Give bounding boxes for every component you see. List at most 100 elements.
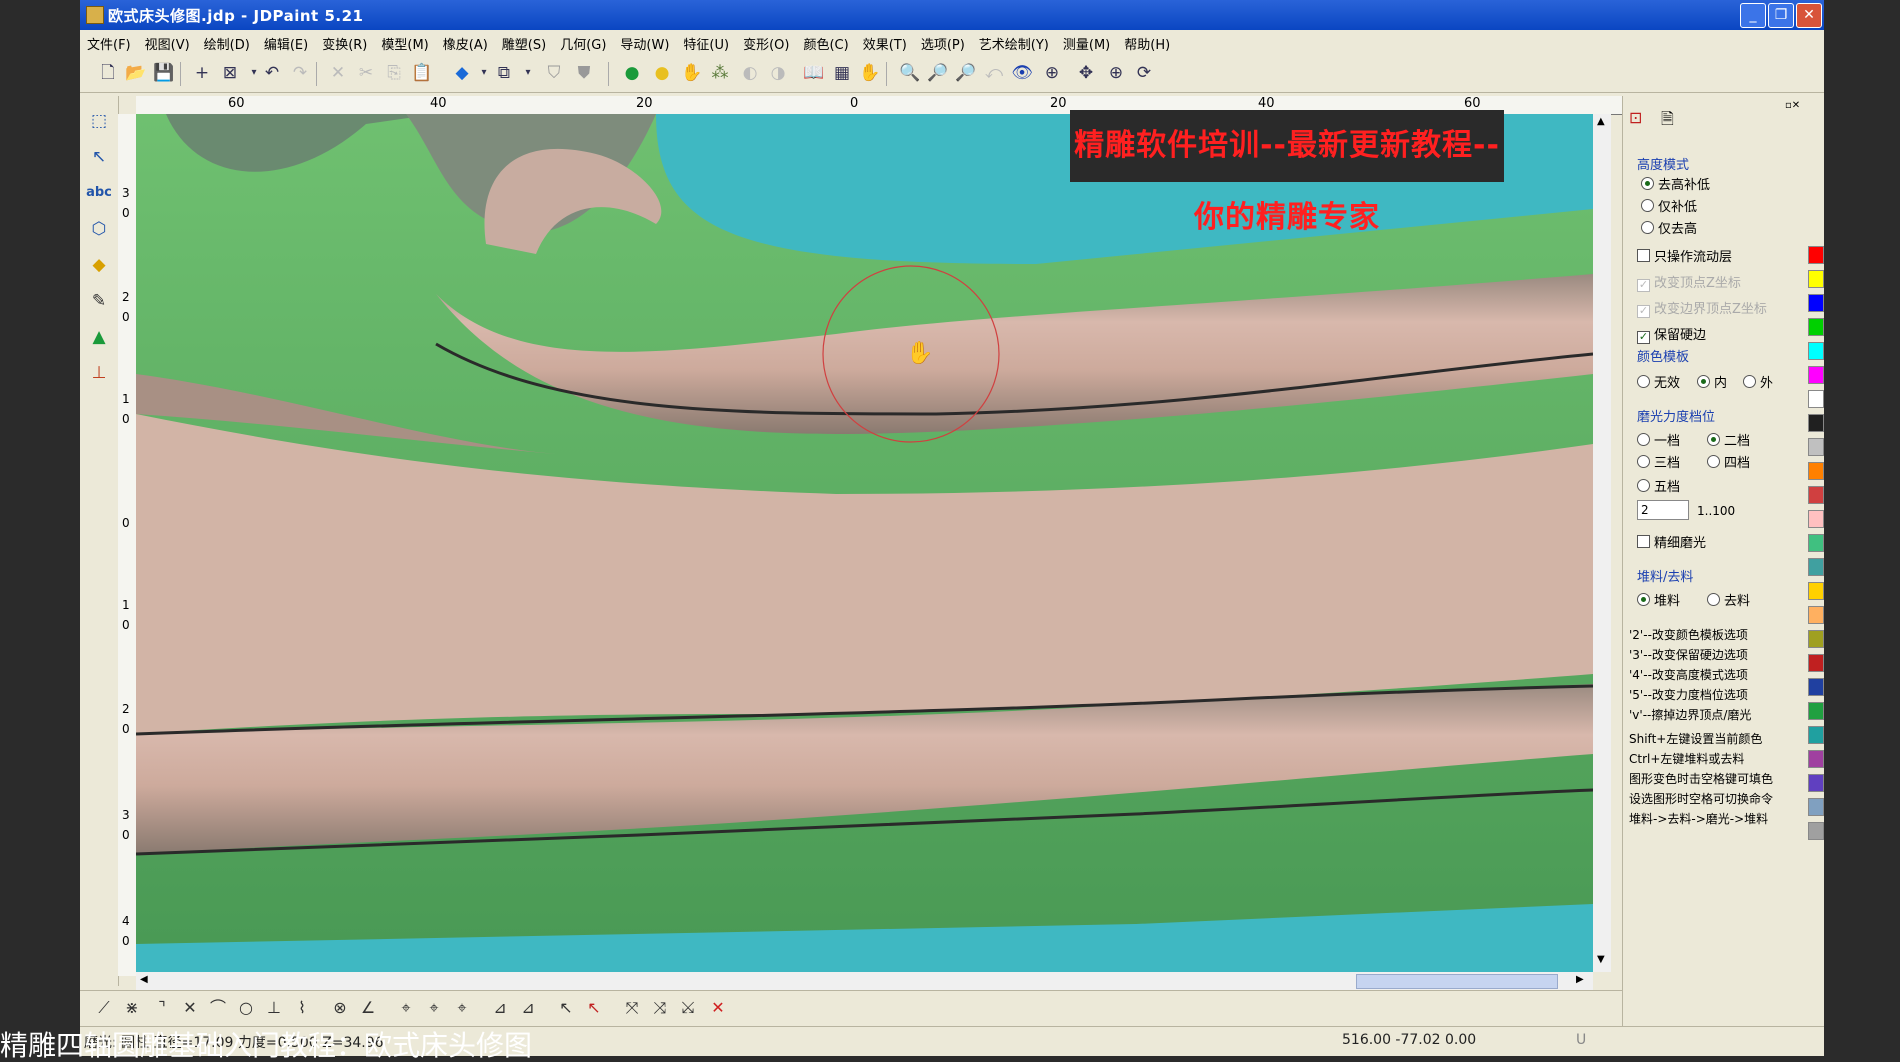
- color-fill-icon[interactable]: ◆: [450, 61, 474, 85]
- zoom-realtime-icon[interactable]: ⊕: [1104, 61, 1128, 85]
- color-swatch[interactable]: [1808, 774, 1824, 792]
- trim-icon[interactable]: ⋇: [120, 996, 144, 1020]
- height-mode-option[interactable]: 仅补低: [1641, 196, 1697, 215]
- close-button[interactable]: ✕: [1796, 3, 1822, 28]
- grid-snap-a-icon[interactable]: ⌖: [394, 996, 418, 1020]
- panel-tab-tools-icon[interactable]: ⊡: [1629, 108, 1642, 127]
- cross-icon[interactable]: ✕: [178, 996, 202, 1020]
- color-swatch[interactable]: [1808, 798, 1824, 816]
- transform-b-icon[interactable]: ⤨: [648, 996, 672, 1020]
- color-swatch[interactable]: [1808, 558, 1824, 576]
- menu-deform[interactable]: 变形(O): [736, 30, 796, 57]
- polish-level-option[interactable]: 五档: [1637, 476, 1680, 495]
- color-template-option[interactable]: 无效: [1637, 372, 1680, 391]
- scroll-down-icon[interactable]: ▼: [1597, 954, 1605, 965]
- horizontal-scrollbar[interactable]: ◀ ▶: [136, 972, 1593, 990]
- polish-level-option[interactable]: 三档: [1637, 452, 1680, 471]
- transform-c-icon[interactable]: ⤩: [676, 996, 700, 1020]
- level-value-input[interactable]: [1637, 500, 1689, 520]
- pan-icon[interactable]: ✥: [1074, 61, 1098, 85]
- select-box-icon[interactable]: ⊠: [218, 61, 242, 85]
- menu-sculpt[interactable]: 雕塑(S): [495, 30, 553, 57]
- grid-snap-b-icon[interactable]: ⌖: [422, 996, 446, 1020]
- color-swatch[interactable]: [1808, 702, 1824, 720]
- menu-effect[interactable]: 效果(T): [856, 30, 914, 57]
- zoom-all-icon[interactable]: ⊕: [1040, 61, 1064, 85]
- sculpt-tool-icon[interactable]: ▲: [86, 324, 112, 350]
- menu-eraser[interactable]: 橡皮(A): [436, 30, 495, 57]
- only-flow-layer-checkbox[interactable]: 只操作流动层: [1637, 246, 1732, 265]
- color-swatch[interactable]: [1808, 822, 1824, 840]
- keep-hard-edge-checkbox[interactable]: ✓ 保留硬边: [1637, 324, 1706, 344]
- circle-icon[interactable]: ○: [234, 996, 258, 1020]
- polish-level-option[interactable]: 一档: [1637, 430, 1680, 449]
- scroll-up-icon[interactable]: ▲: [1597, 116, 1605, 127]
- menu-model[interactable]: 模型(M): [374, 30, 435, 57]
- project-a-icon[interactable]: ⊿: [488, 996, 512, 1020]
- minimize-button[interactable]: _: [1740, 3, 1766, 28]
- color-swatch[interactable]: [1808, 246, 1824, 264]
- rotate-view-icon[interactable]: ⟳: [1132, 61, 1156, 85]
- measure-tool-icon[interactable]: ⊥: [86, 360, 112, 386]
- grid-table-icon[interactable]: ▦: [830, 61, 854, 85]
- color-swatch[interactable]: [1808, 438, 1824, 456]
- color-swatch[interactable]: [1808, 486, 1824, 504]
- grid-snap-c-icon[interactable]: ⌖: [450, 996, 474, 1020]
- tangent-icon[interactable]: ⌇: [290, 996, 314, 1020]
- pen-tool-icon[interactable]: ✎: [86, 288, 112, 314]
- lights-group-icon[interactable]: ⁂: [708, 61, 732, 85]
- height-mode-option[interactable]: 去高补低: [1641, 174, 1710, 193]
- panel-close-icon[interactable]: ▫✕: [1785, 100, 1800, 111]
- height-mode-option[interactable]: 仅去高: [1641, 218, 1697, 237]
- color-swatch[interactable]: [1808, 270, 1824, 288]
- menu-sweep[interactable]: 导动(W): [613, 30, 676, 57]
- menu-view[interactable]: 视图(V): [138, 30, 197, 57]
- color-swatch[interactable]: [1808, 726, 1824, 744]
- color-swatch[interactable]: [1808, 462, 1824, 480]
- color-swatch[interactable]: [1808, 342, 1824, 360]
- menu-options[interactable]: 选项(P): [914, 30, 972, 57]
- menu-measure[interactable]: 测量(M): [1056, 30, 1117, 57]
- zoom-out-icon[interactable]: 🔎: [926, 61, 950, 85]
- color-swatch[interactable]: [1808, 534, 1824, 552]
- perpendicular-icon[interactable]: ⊥: [262, 996, 286, 1020]
- menu-edit[interactable]: 编辑(E): [257, 30, 315, 57]
- vertical-scrollbar[interactable]: ▲ ▼: [1593, 114, 1611, 972]
- scroll-left-icon[interactable]: ◀: [140, 974, 148, 985]
- redo-icon[interactable]: ↷: [288, 61, 312, 85]
- menu-draw[interactable]: 绘制(D): [197, 30, 257, 57]
- open-file-icon[interactable]: 📂: [124, 61, 148, 85]
- color-template-option[interactable]: 外: [1743, 372, 1773, 391]
- project-b-icon[interactable]: ⊿: [516, 996, 540, 1020]
- zoom-prev-icon[interactable]: ⤺: [982, 61, 1006, 85]
- eye-icon[interactable]: 👁: [1010, 61, 1034, 85]
- select-rect-icon[interactable]: ⬚: [86, 108, 112, 134]
- color-swatch[interactable]: [1808, 318, 1824, 336]
- view-cube-icon[interactable]: ⧉: [492, 61, 516, 85]
- delete-icon[interactable]: ✕: [326, 61, 350, 85]
- cancel-icon[interactable]: ✕: [706, 996, 730, 1020]
- cut-icon[interactable]: ✂: [354, 61, 378, 85]
- fine-polish-checkbox[interactable]: 精细磨光: [1637, 532, 1706, 551]
- color-swatch[interactable]: [1808, 678, 1824, 696]
- color-template-option[interactable]: 内: [1697, 372, 1727, 391]
- shape-tool-icon[interactable]: ⬡: [86, 216, 112, 242]
- color-swatch[interactable]: [1808, 294, 1824, 312]
- menu-file[interactable]: 文件(F): [80, 30, 138, 57]
- color-swatch[interactable]: [1808, 390, 1824, 408]
- color-swatch[interactable]: [1808, 606, 1824, 624]
- color-swatch[interactable]: [1808, 750, 1824, 768]
- polish-level-option[interactable]: 四档: [1707, 452, 1750, 471]
- material-option[interactable]: 堆料: [1637, 590, 1680, 609]
- zoom-window-icon[interactable]: 🔍: [898, 61, 922, 85]
- crosshair-icon[interactable]: +: [190, 61, 214, 85]
- line-tool-icon[interactable]: ⟋: [92, 996, 116, 1020]
- shield-outline-icon[interactable]: ⛉: [542, 61, 566, 85]
- color-swatch[interactable]: [1808, 510, 1824, 528]
- panel-tab-props-icon[interactable]: 🗎: [1661, 108, 1674, 135]
- corner-icon[interactable]: ⌝: [150, 996, 174, 1020]
- menu-help[interactable]: 帮助(H): [1117, 30, 1177, 57]
- color-swatch[interactable]: [1808, 582, 1824, 600]
- dropdown-arrow-icon[interactable]: ▾: [516, 61, 540, 85]
- maximize-button[interactable]: ❐: [1768, 3, 1794, 28]
